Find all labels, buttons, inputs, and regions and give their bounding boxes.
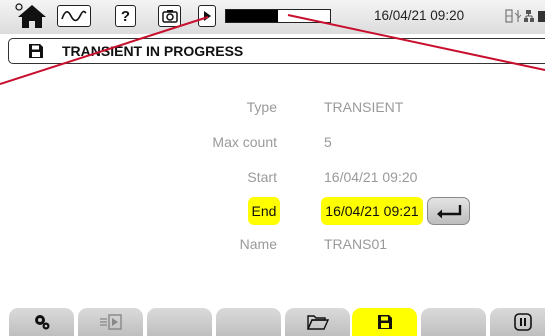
type-label: Type — [246, 99, 277, 115]
save-icon — [29, 44, 43, 58]
type-value: TRANSIENT — [324, 99, 404, 115]
screenshot-button[interactable] — [158, 5, 181, 27]
network-icon — [524, 10, 534, 22]
pause-icon — [513, 313, 532, 331]
end-label: End — [248, 197, 280, 225]
start-value: 16/04/21 09:20 — [324, 169, 418, 185]
home-button[interactable] — [14, 2, 50, 30]
pause-tab[interactable] — [490, 308, 545, 336]
enter-button[interactable] — [427, 197, 470, 225]
help-icon: ? — [120, 7, 131, 25]
recording-progress-bar — [225, 9, 331, 23]
storage-icon — [505, 9, 513, 23]
title-bar: TRANSIENT IN PROGRESS — [8, 38, 545, 64]
settings-icon — [34, 315, 49, 330]
waveform-icon — [61, 10, 87, 22]
toolbar-tab-empty-2[interactable] — [216, 308, 281, 336]
name-label: Name — [239, 236, 277, 252]
end-value-field[interactable]: 16/04/21 09:21 — [321, 197, 423, 225]
open-folder-tab[interactable] — [285, 308, 350, 336]
export-tab[interactable] — [78, 308, 143, 336]
max-count-label: Max count — [212, 134, 277, 150]
play-icon — [204, 11, 211, 21]
status-indicators — [505, 8, 545, 31]
battery-icon — [538, 11, 545, 22]
toolbar-tab-empty-3[interactable] — [421, 308, 486, 336]
save-tab[interactable] — [352, 308, 417, 336]
recording-status-button[interactable] — [198, 5, 216, 27]
save-icon — [377, 315, 392, 329]
page-title: TRANSIENT IN PROGRESS — [62, 43, 244, 59]
enter-icon — [436, 205, 461, 219]
recording-progress-fill — [226, 10, 278, 22]
max-count-value: 5 — [324, 134, 332, 150]
status-bar: ? 16/04/21 09:20 — [0, 0, 545, 34]
folder-icon — [306, 315, 329, 330]
screenshot-icon — [161, 10, 178, 23]
usb-icon — [514, 10, 522, 22]
home-icon — [15, 3, 46, 28]
settings-tab[interactable] — [9, 308, 74, 336]
name-value: TRANS01 — [324, 236, 388, 252]
export-icon — [99, 314, 122, 330]
help-button[interactable]: ? — [115, 5, 136, 27]
toolbar-tab-empty-1[interactable] — [147, 308, 212, 336]
bottom-toolbar — [0, 306, 545, 336]
status-datetime: 16/04/21 09:20 — [374, 8, 465, 23]
waveform-button[interactable] — [57, 5, 91, 27]
start-label: Start — [247, 169, 277, 185]
